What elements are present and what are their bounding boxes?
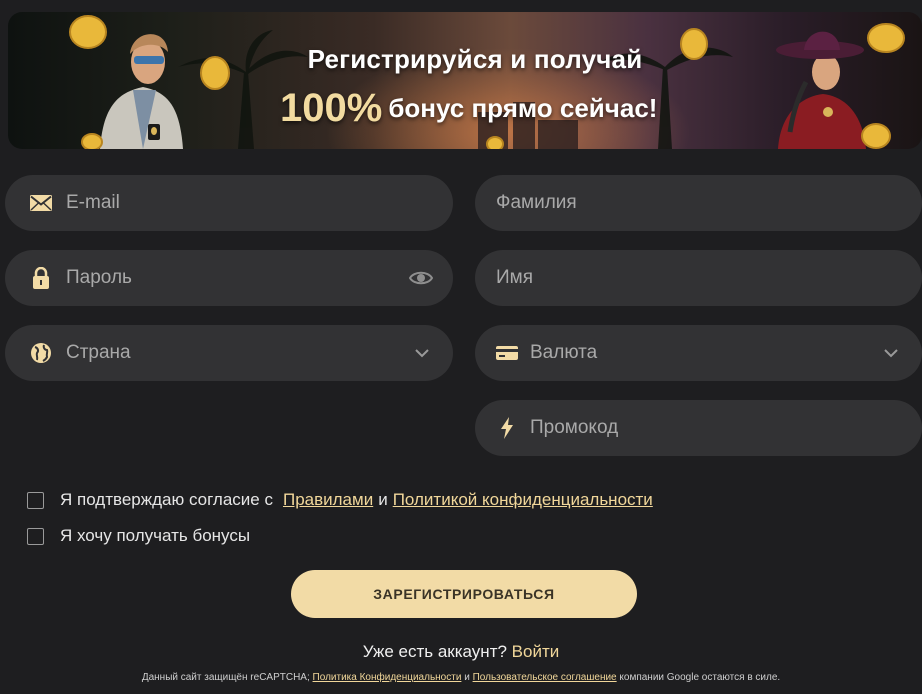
banner-subtitle-text: бонус прямо сейчас!: [388, 93, 658, 123]
currency-select[interactable]: Валюта: [475, 325, 922, 381]
email-placeholder: E-mail: [66, 192, 120, 213]
registration-page: Регистрируйся и получай 100% бонус прямо …: [0, 0, 922, 694]
bonuses-checkbox[interactable]: [27, 527, 44, 545]
promo-banner: Регистрируйся и получай 100% бонус прямо …: [8, 12, 922, 149]
login-link[interactable]: Войти: [512, 642, 560, 661]
legal-and: и: [464, 672, 470, 683]
existing-account-row: Уже есть аккаунт? Войти: [0, 642, 922, 662]
rules-agreement-row: Я подтверждаю согласие с Правилами и Пол…: [27, 490, 653, 510]
lock-icon: [30, 267, 52, 289]
and-text: и: [378, 490, 388, 509]
chevron-down-icon: [415, 325, 429, 381]
globe-icon: [30, 342, 52, 364]
card-icon: [496, 342, 518, 364]
rules-checkbox[interactable]: [27, 491, 44, 509]
name-field[interactable]: Имя: [475, 250, 922, 306]
recaptcha-suffix: компании Google остаются в силе.: [619, 672, 781, 683]
google-terms-link[interactable]: Пользовательское соглашение: [473, 672, 617, 683]
rules-link[interactable]: Правилами: [283, 490, 373, 510]
lightning-icon: [496, 417, 518, 439]
promo-code-placeholder: Промокод: [530, 417, 619, 438]
envelope-icon: [30, 192, 52, 214]
password-placeholder: Пароль: [66, 267, 132, 288]
banner-title: Регистрируйся и получай: [307, 44, 643, 74]
promo-code-field[interactable]: Промокод: [475, 400, 922, 456]
country-select[interactable]: Страна: [5, 325, 453, 381]
register-button[interactable]: ЗАРЕГИСТРИРОВАТЬСЯ: [291, 570, 637, 618]
recaptcha-prefix: Данный сайт защищён reCAPTCHA;: [141, 672, 310, 683]
recaptcha-notice: Данный сайт защищён reCAPTCHA; Политика …: [0, 672, 922, 683]
eye-icon[interactable]: [409, 250, 433, 306]
surname-field[interactable]: Фамилия: [475, 175, 922, 231]
password-field[interactable]: Пароль: [5, 250, 453, 306]
country-placeholder: Страна: [66, 342, 131, 363]
bonuses-row: Я хочу получать бонусы: [27, 526, 250, 546]
chevron-down-icon: [884, 325, 898, 381]
rules-agreement-text: Я подтверждаю согласие с: [60, 490, 273, 509]
email-field[interactable]: E-mail: [5, 175, 453, 231]
google-privacy-link[interactable]: Политика Конфиденциальности: [313, 672, 462, 683]
banner-subtitle: 100% бонус прямо сейчас!: [280, 86, 657, 131]
bonus-percent: 100%: [280, 86, 383, 130]
surname-placeholder: Фамилия: [496, 192, 577, 213]
existing-account-question: Уже есть аккаунт?: [362, 642, 507, 661]
bonuses-text: Я хочу получать бонусы: [60, 526, 251, 545]
currency-placeholder: Валюта: [530, 342, 598, 363]
name-placeholder: Имя: [496, 267, 534, 288]
privacy-policy-link[interactable]: Политикой конфиденциальности: [393, 490, 653, 510]
